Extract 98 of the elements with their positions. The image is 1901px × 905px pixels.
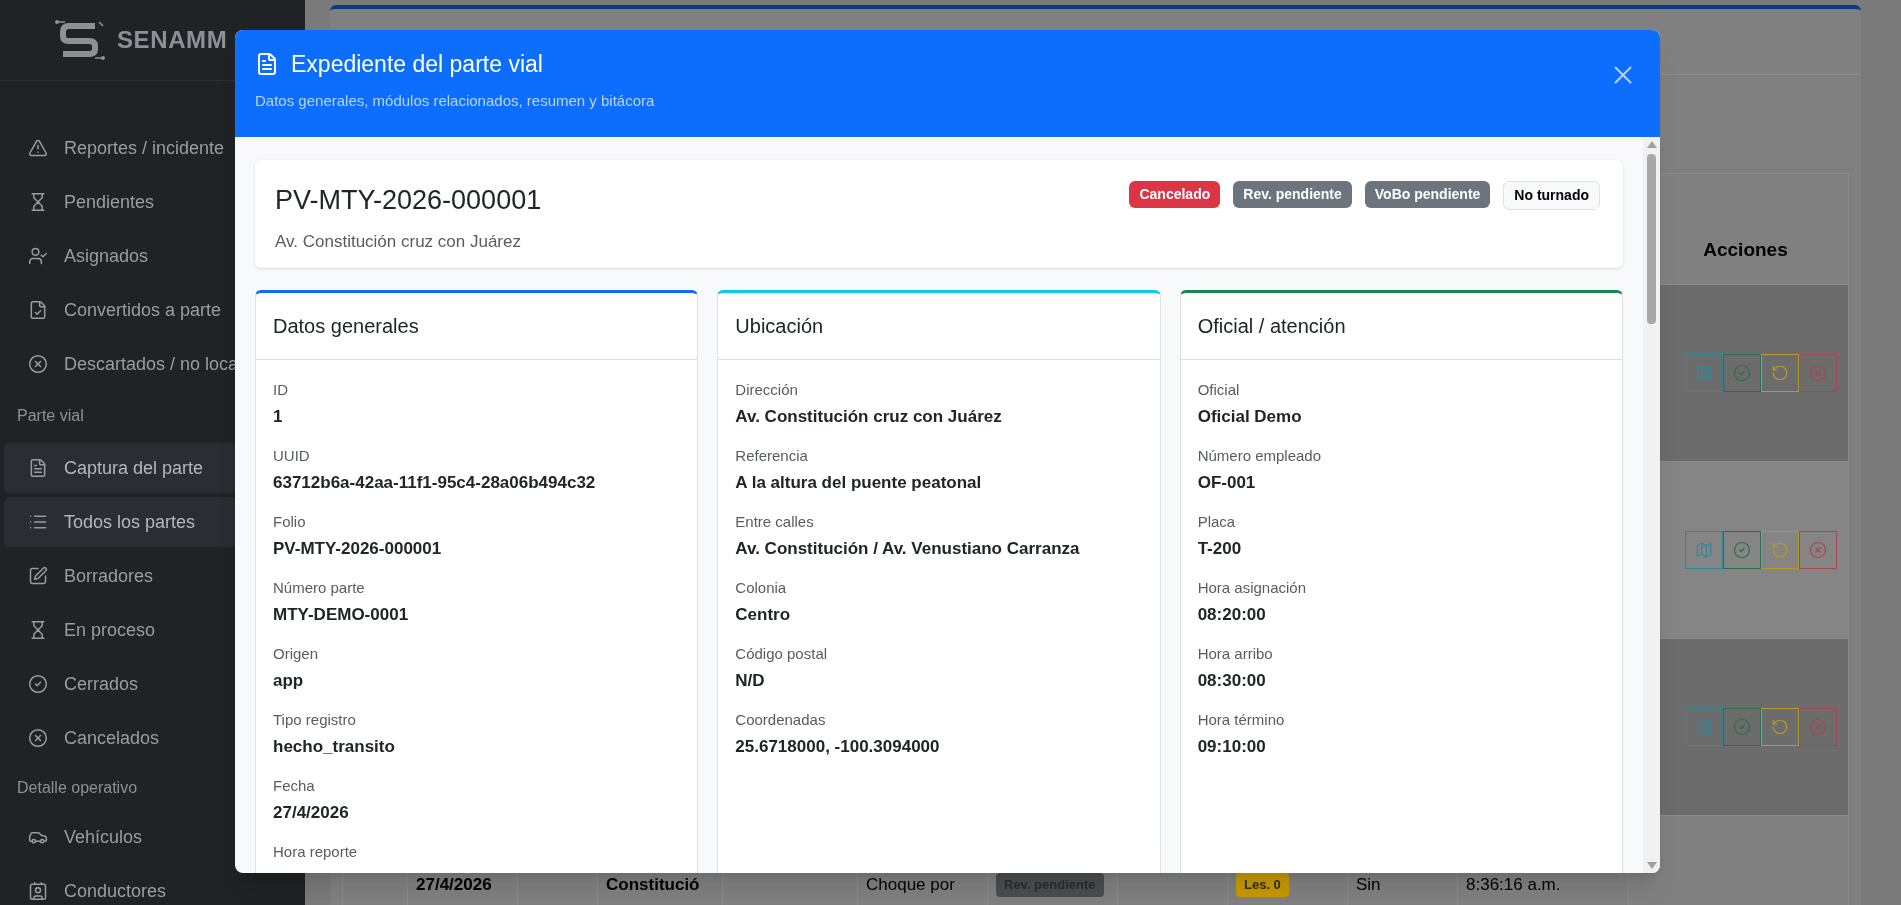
field-label: Oficial <box>1197 380 1241 400</box>
sidebar-item[interactable]: Reportes / incidente <box>4 123 301 173</box>
file-check-icon <box>28 300 48 320</box>
field-label: Código postal <box>735 644 829 664</box>
check-circle-button[interactable] <box>1723 531 1761 569</box>
cancel-button[interactable] <box>1799 354 1837 392</box>
table-cell: Choque por <box>866 875 955 894</box>
map-icon <box>1695 718 1713 736</box>
logo-icon <box>55 18 105 62</box>
field-label: Origen <box>273 644 320 664</box>
user-check-icon <box>28 246 48 266</box>
map-button[interactable] <box>1685 531 1723 569</box>
sidebar-item[interactable]: Conductores <box>4 866 301 905</box>
card-title: Ubicación <box>735 314 824 339</box>
field-value: 27/4/2026 <box>273 802 350 824</box>
undo-icon <box>1771 541 1789 559</box>
field-label: Número parte <box>273 578 366 598</box>
scroll-down-icon <box>1646 862 1657 869</box>
field-label: Hora término <box>1197 710 1286 730</box>
circle-x-icon <box>28 354 48 374</box>
map-icon <box>1695 364 1713 382</box>
pencil-square-icon <box>28 566 48 586</box>
field-value: Oficial Demo <box>1197 406 1303 428</box>
map-button[interactable] <box>1685 354 1723 392</box>
field-label: Número empleado <box>1197 446 1323 466</box>
field-label: Referencia <box>735 446 809 466</box>
dialog-subtitle: Datos generales, módulos relacionados, resumen y bitácora <box>255 90 655 111</box>
status-badge: No turnado <box>1503 181 1600 210</box>
field-value: Av. Constitución cruz con Juárez <box>735 406 1003 428</box>
field-value: Av. Constitución / Av. Venustiano Carranza <box>735 538 1081 560</box>
cancel-button[interactable] <box>1799 708 1837 746</box>
list-icon <box>28 512 48 532</box>
field-label: Colonia <box>735 578 788 598</box>
document-icon <box>255 52 279 77</box>
check-circle-button[interactable] <box>1723 354 1761 392</box>
folio-title: PV-MTY-2026-000001 <box>275 184 542 217</box>
card-title: Datos generales <box>273 314 419 339</box>
field-value: 25.6718000, -100.3094000 <box>735 736 941 758</box>
field-label: Hora asignación <box>1197 578 1308 598</box>
map-icon <box>1695 541 1713 559</box>
field-label: ID <box>273 380 289 400</box>
field-label: Hora reporte <box>273 842 359 862</box>
status-badge: Les. 0 <box>1236 873 1289 897</box>
check-circle-icon <box>1733 364 1751 382</box>
field-value: app <box>273 670 305 692</box>
field-value: A la altura del puente peatonal <box>735 472 983 494</box>
field-value: 1 <box>273 406 284 428</box>
field-value: hecho_transito <box>273 736 396 758</box>
address-text: Av. Constitución cruz con Juárez <box>275 230 522 253</box>
field-value: T-200 <box>1197 538 1243 560</box>
cancel-icon <box>1809 718 1827 736</box>
undo-icon <box>1771 718 1789 736</box>
dialog-title: Expediente del parte vial <box>291 50 543 79</box>
undo-button[interactable] <box>1761 531 1799 569</box>
table-cell: 27/4/2026 <box>416 875 492 894</box>
field-value: 08:30:00 <box>1197 670 1267 692</box>
cancel-icon <box>1809 364 1827 382</box>
check-circle-icon <box>1733 541 1751 559</box>
field-label: Coordenadas <box>735 710 827 730</box>
cancel-button[interactable] <box>1799 531 1837 569</box>
sidebar-section-title: Parte vial <box>17 406 84 426</box>
check-circle-button[interactable] <box>1723 708 1761 746</box>
field-label: Placa <box>1197 512 1237 532</box>
map-button[interactable] <box>1685 708 1723 746</box>
column-header: Acciones <box>1703 237 1788 262</box>
status-badge: VoBo pendiente <box>1364 181 1491 208</box>
field-label: Entre calles <box>735 512 815 532</box>
field-value: Centro <box>735 604 792 626</box>
brand-name: SENAMM <box>117 25 228 55</box>
document-icon <box>28 458 48 478</box>
hourglass-icon <box>28 620 48 640</box>
table-cell: 8:36:16 a.m. <box>1466 875 1561 894</box>
scroll-up-icon <box>1646 141 1657 148</box>
hourglass-icon <box>28 192 48 212</box>
table-cell: Constitució <box>606 875 700 894</box>
cancel-icon <box>1809 541 1827 559</box>
field-label: Hora arribo <box>1197 644 1274 664</box>
check-circle-icon <box>1733 718 1751 736</box>
table-cell: Sin <box>1356 875 1381 894</box>
field-value: 08:20:00 <box>1197 604 1267 626</box>
card-title: Oficial / atención <box>1197 314 1346 339</box>
sidebar-section-title: Detalle operativo <box>17 777 138 798</box>
field-label: Dirección <box>735 380 799 400</box>
undo-button[interactable] <box>1761 708 1799 746</box>
status-badge: Cancelado <box>1129 181 1221 208</box>
field-label: Tipo registro <box>273 710 357 730</box>
field-value: 09:10:00 <box>1197 736 1267 758</box>
field-value: MTY-DEMO-0001 <box>273 604 410 626</box>
undo-button[interactable] <box>1761 354 1799 392</box>
id-card-icon <box>28 881 48 901</box>
field-value: N/D <box>735 670 766 692</box>
undo-icon <box>1771 364 1789 382</box>
circle-x-icon <box>28 728 48 748</box>
status-badge: Rev. pendiente <box>1233 181 1352 208</box>
field-label: Fecha <box>273 776 316 796</box>
field-value: OF-001 <box>1197 472 1257 494</box>
warning-icon <box>28 138 48 158</box>
circle-check-icon <box>28 674 48 694</box>
